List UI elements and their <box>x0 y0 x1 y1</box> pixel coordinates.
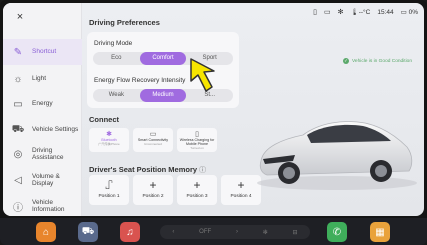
sidebar-item-label: Volume & Display <box>32 172 60 188</box>
seat-position-label: Position 1 <box>98 194 120 199</box>
recovery-weak-option[interactable]: Weak <box>93 89 140 102</box>
dock-bar: ⌂ ⛟ ♫ ‹ OFF › ✻ ⊟ ✆ ▦ <box>0 218 427 245</box>
clock: 15:44 <box>377 8 394 16</box>
bluetooth-device: 广汽传祺iPhone <box>98 142 120 146</box>
info-icon: ⓘ <box>13 202 23 214</box>
fan-icon[interactable]: ✻ <box>263 229 268 236</box>
driving-preferences-title: Driving Preferences <box>89 18 160 27</box>
smart-connectivity-tile[interactable]: ▭ Smart Connectivity Unconnected <box>133 128 173 152</box>
vehicle-status-badge: ✓ Vehicle is in Good Condition <box>343 58 412 64</box>
screen-status-icon: ▭ <box>323 9 331 16</box>
car-icon: ⛟ <box>11 123 25 135</box>
music-icon[interactable]: ♫ <box>120 222 140 242</box>
phone-status-icon: ▯ <box>313 9 317 16</box>
add-icon: + <box>193 178 201 192</box>
phone-app-icon[interactable]: ✆ <box>327 222 347 242</box>
seat-position-label: Position 2 <box>142 194 164 199</box>
sidebar-item-label: Energy <box>32 100 53 108</box>
chevron-right-icon[interactable]: › <box>236 229 238 235</box>
seat-memory-title-text: Driver's Seat Position Memory <box>89 165 198 174</box>
chevron-left-icon[interactable]: ‹ <box>172 229 174 235</box>
bluetooth-icon: ✱ <box>106 131 112 138</box>
vehicle-image <box>257 121 417 190</box>
fan-icon: ✻ <box>337 9 344 16</box>
driving-mode-label: Driving Mode <box>94 40 133 47</box>
help-icon[interactable]: ⓘ <box>199 167 206 174</box>
sidebar-item-vehicle-information[interactable]: ⓘ Vehicle Information <box>3 193 82 216</box>
apps-grid-icon[interactable]: ▦ <box>370 222 390 242</box>
battery-icon: ▭ <box>13 98 23 110</box>
wireless-charging-title: Wireless Charging for Mobile Phone <box>179 138 215 146</box>
seat-position-label: Position 4 <box>230 194 252 199</box>
recovery-medium-option[interactable]: Medium <box>139 89 187 102</box>
check-icon: ✓ <box>343 58 349 64</box>
mode-eco-option[interactable]: Eco <box>93 52 140 65</box>
sidebar-item-label: Light <box>32 75 47 83</box>
recovery-intensity-label: Energy Flow Recovery Intensity <box>94 77 186 84</box>
mode-comfort-option[interactable]: Comfort <box>139 52 187 65</box>
phone-icon: ▯ <box>195 131 199 138</box>
seat-memory-title: Driver's Seat Position Memory ⓘ <box>89 165 206 175</box>
sidebar-item-light[interactable]: ☼ Light <box>3 66 82 92</box>
vehicle-status-text: Vehicle is in Good Condition <box>352 58 412 64</box>
pencil-icon: ✎ <box>13 46 23 58</box>
wireless-charging-status: Turned on <box>190 146 204 150</box>
steering-icon: ◎ <box>13 148 23 160</box>
volume-icon: ◁ <box>14 174 22 186</box>
sidebar-item-label: Vehicle Settings <box>32 126 79 134</box>
pointer-arrow-icon <box>190 58 215 92</box>
temperature-readout: 🌡--°C <box>350 9 371 16</box>
sidebar-item-shortcut[interactable]: ✎ Shortcut <box>3 39 82 65</box>
settings-screen: × ✎ Shortcut ☼ Light ▭ Energy ⛟ Vehicle … <box>3 3 424 216</box>
wireless-charging-tile[interactable]: ▯ Wireless Charging for Mobile Phone Tur… <box>177 128 217 152</box>
sidebar-item-energy[interactable]: ▭ Energy <box>3 91 82 117</box>
sidebar-item-label: Shortcut <box>32 48 57 56</box>
sidebar-item-vehicle-settings[interactable]: ⛟ Vehicle Settings <box>3 117 82 143</box>
sidebar: × ✎ Shortcut ☼ Light ▭ Energy ⛟ Vehicle … <box>3 3 82 216</box>
battery-status: ▭ 0% <box>401 8 418 16</box>
status-bar: ▯ ▭ ✻ 🌡--°C 15:44 ▭ 0% <box>313 8 418 17</box>
seat-heat-icon[interactable]: ⊟ <box>293 229 298 236</box>
bluetooth-tile[interactable]: ✱ Bluetooth 广汽传祺iPhone <box>89 128 129 152</box>
seat-position-label: Position 3 <box>186 194 208 199</box>
battery-percent: 0% <box>408 9 418 16</box>
climate-control[interactable]: ‹ OFF › ✻ ⊟ <box>160 225 310 239</box>
car-app-icon[interactable]: ⛟ <box>78 222 98 242</box>
connect-title: Connect <box>89 115 119 124</box>
home-icon[interactable]: ⌂ <box>36 222 56 242</box>
add-icon: + <box>149 178 157 192</box>
close-icon[interactable]: × <box>12 9 28 25</box>
smart-connectivity-status: Unconnected <box>144 142 162 146</box>
screen-cast-icon: ▭ <box>149 131 157 138</box>
seat-position-3[interactable]: + Position 3 <box>177 175 217 205</box>
battery-icon: ▭ <box>400 9 407 16</box>
seat-position-1[interactable]: ⑀ Position 1 <box>89 175 129 205</box>
sidebar-item-volume-display[interactable]: ◁ Volume & Display <box>3 167 82 193</box>
sidebar-item-label: Vehicle Information <box>32 198 65 214</box>
seat-position-2[interactable]: + Position 2 <box>133 175 173 205</box>
seat-icon: ⑀ <box>105 178 113 192</box>
light-icon: ☼ <box>13 73 23 85</box>
device-frame: × ✎ Shortcut ☼ Light ▭ Energy ⛟ Vehicle … <box>0 0 427 245</box>
climate-status: OFF <box>199 229 212 235</box>
sidebar-item-driving-assistance[interactable]: ◎ Driving Assistance <box>3 141 82 167</box>
sidebar-item-label: Driving Assistance <box>32 146 64 162</box>
